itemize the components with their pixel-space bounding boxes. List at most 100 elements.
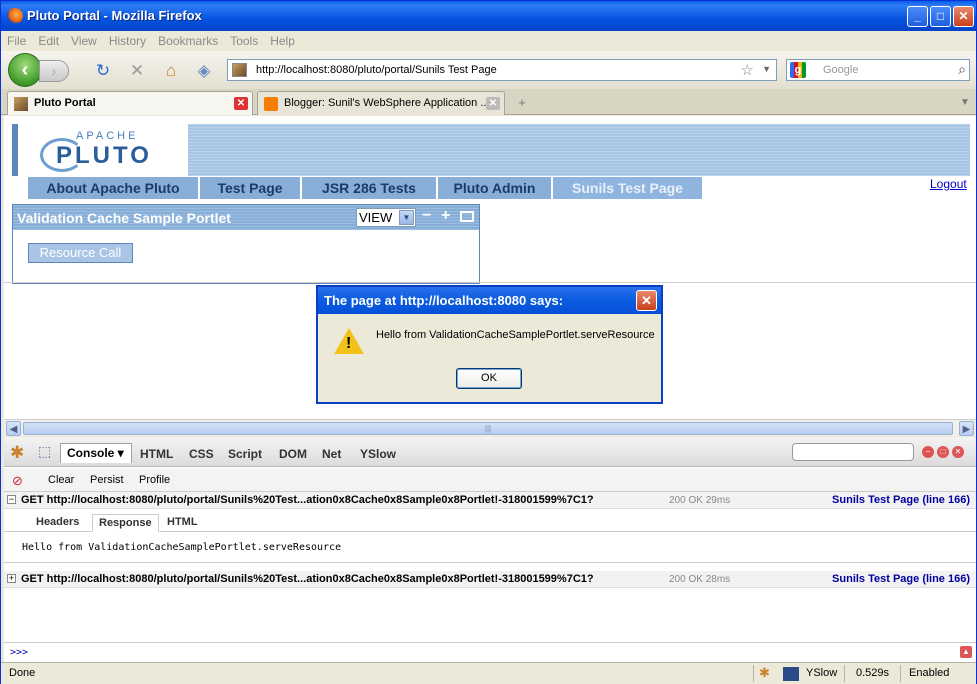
tab-label: Blogger: Sunil's WebSphere Application .… <box>284 97 490 109</box>
navigation-toolbar: ‹ › ↻ ✕ ⌂ ◈ http://localhost:8080/pluto/… <box>1 51 976 89</box>
tab-close-icon[interactable]: ✕ <box>234 97 248 110</box>
reload-icon[interactable]: ↻ <box>93 61 113 81</box>
tab-net[interactable]: Net <box>322 447 341 461</box>
dialog-title: The page at http://localhost:8080 says: <box>324 293 564 308</box>
firebug-search-input[interactable] <box>792 443 914 461</box>
ok-button[interactable]: OK <box>456 368 522 389</box>
portlet-mode-select[interactable]: VIEW ▼ <box>356 208 416 227</box>
maximize-icon[interactable]: + <box>441 208 450 224</box>
nav-pluto-admin[interactable]: Pluto Admin <box>438 177 553 199</box>
addon-icon[interactable]: ◈ <box>194 61 214 81</box>
dialog-titlebar: The page at http://localhost:8080 says: … <box>318 287 661 314</box>
search-placeholder[interactable]: Google <box>823 64 858 76</box>
google-icon[interactable]: g <box>790 62 806 78</box>
firebug-status-icon[interactable]: ✱ <box>759 665 770 681</box>
horizontal-scrollbar[interactable]: ◀ ||| ▶ <box>4 419 976 436</box>
forward-button[interactable]: › <box>39 60 69 82</box>
tab-css[interactable]: CSS <box>189 447 214 461</box>
request-source-link[interactable]: Sunils Test Page (line 166) <box>832 494 970 506</box>
tab-headers[interactable]: Headers <box>30 514 85 532</box>
tab-pluto-portal[interactable]: Pluto Portal ✕ <box>7 91 253 115</box>
request-url[interactable]: GET http://localhost:8080/pluto/portal/S… <box>21 573 594 585</box>
menu-bookmarks[interactable]: Bookmarks <box>152 31 224 48</box>
url-text[interactable]: http://localhost:8080/pluto/portal/Sunil… <box>256 64 497 76</box>
pluto-logo[interactable]: APACHE PLUTO <box>18 124 188 176</box>
portlet-titlebar: Validation Cache Sample Portlet VIEW ▼ −… <box>13 205 479 230</box>
scroll-right-icon[interactable]: ▶ <box>959 421 974 436</box>
search-bar[interactable]: g Google ⌕ <box>786 59 970 81</box>
restore-icon[interactable] <box>460 211 474 222</box>
search-icon[interactable]: ⌕ <box>958 61 966 78</box>
request-row[interactable]: − GET http://localhost:8080/pluto/portal… <box>4 492 976 509</box>
browser-window: Pluto Portal - Mozilla Firefox _ □ ✕ Fil… <box>0 0 977 684</box>
menu-edit[interactable]: Edit <box>32 31 65 48</box>
warning-mark: ! <box>346 335 352 352</box>
minimize-button[interactable]: _ <box>907 6 928 27</box>
menu-help[interactable]: Help <box>264 31 301 48</box>
tab-close-icon[interactable]: ✕ <box>486 97 500 110</box>
menu-tools[interactable]: Tools <box>224 31 264 48</box>
tab-blogger[interactable]: Blogger: Sunil's WebSphere Application .… <box>257 91 505 115</box>
request-url[interactable]: GET http://localhost:8080/pluto/portal/S… <box>21 494 594 506</box>
nav-sunils-test-page[interactable]: Sunils Test Page <box>553 177 704 199</box>
tab-response-html[interactable]: HTML <box>161 514 204 532</box>
tab-html[interactable]: HTML <box>140 447 173 461</box>
home-icon[interactable]: ⌂ <box>161 61 181 81</box>
firebug-detach-icon[interactable]: □ <box>937 446 949 458</box>
inspect-icon[interactable]: ⬚ <box>38 443 51 460</box>
clear-console-icon[interactable]: ⊘ <box>12 473 23 489</box>
yslow-label[interactable]: YSlow <box>806 667 837 679</box>
menu-history[interactable]: History <box>103 31 152 48</box>
status-divider <box>900 665 901 682</box>
new-tab-icon[interactable]: + <box>511 93 533 113</box>
tab-script[interactable]: Script <box>228 447 262 461</box>
tab-response[interactable]: Response <box>92 514 159 532</box>
expand-command-icon[interactable]: ▲ <box>960 646 972 658</box>
back-button[interactable]: ‹ <box>8 53 42 87</box>
tab-list-icon[interactable]: ▼ <box>957 93 973 113</box>
stop-icon[interactable]: ✕ <box>127 61 147 81</box>
nav-jsr286[interactable]: JSR 286 Tests <box>302 177 438 199</box>
dialog-close-button[interactable]: ✕ <box>636 290 657 311</box>
expand-toggle[interactable]: + <box>7 574 16 583</box>
url-dropdown-icon[interactable]: ▼ <box>762 64 771 74</box>
url-bar[interactable]: http://localhost:8080/pluto/portal/Sunil… <box>227 59 777 81</box>
tab-yslow[interactable]: YSlow <box>360 447 396 461</box>
firebug-panel: ✱ ⬚ Console ▾ HTML CSS Script DOM Net YS… <box>4 437 976 662</box>
request-row[interactable]: + GET http://localhost:8080/pluto/portal… <box>4 571 976 588</box>
collapse-toggle[interactable]: − <box>7 495 16 504</box>
console-toolbar: ⊘ Clear Persist Profile <box>4 468 976 492</box>
nav-test-page[interactable]: Test Page <box>200 177 302 199</box>
logo-pluto-text: PLUTO <box>56 142 152 169</box>
resource-call-button[interactable]: Resource Call <box>28 243 133 263</box>
maximize-button[interactable]: □ <box>930 6 951 27</box>
menu-file[interactable]: File <box>1 31 32 48</box>
window-title: Pluto Portal - Mozilla Firefox <box>27 8 202 23</box>
request-source-link[interactable]: Sunils Test Page (line 166) <box>832 573 970 585</box>
portlet-mode-value: VIEW <box>359 210 393 225</box>
firebug-icon[interactable]: ✱ <box>10 443 24 463</box>
response-body: Hello from ValidationCacheSamplePortlet.… <box>4 533 976 563</box>
tab-bar: Pluto Portal ✕ Blogger: Sunil's WebSpher… <box>1 89 976 115</box>
yslow-icon[interactable] <box>783 667 799 681</box>
load-time: 0.529s <box>856 667 890 679</box>
persist-button[interactable]: Persist <box>90 474 124 486</box>
menu-view[interactable]: View <box>65 31 103 48</box>
minimize-icon[interactable]: − <box>422 208 431 224</box>
scroll-thumb[interactable]: ||| <box>23 422 953 435</box>
profile-button[interactable]: Profile <box>139 474 170 486</box>
nav-about[interactable]: About Apache Pluto <box>28 177 200 199</box>
logout-link[interactable]: Logout <box>930 177 967 191</box>
tab-dom[interactable]: DOM <box>279 447 307 461</box>
tab-console[interactable]: Console ▾ <box>60 443 132 463</box>
command-line[interactable]: >>> ▲ <box>4 642 976 662</box>
firebug-minimize-icon[interactable]: − <box>922 446 934 458</box>
close-button[interactable]: ✕ <box>953 6 974 27</box>
firebug-close-icon[interactable]: ✕ <box>952 446 964 458</box>
command-prompt: >>> <box>10 647 29 658</box>
response-text: Hello from ValidationCacheSamplePortlet.… <box>22 542 342 553</box>
clear-button[interactable]: Clear <box>48 474 74 486</box>
scroll-left-icon[interactable]: ◀ <box>6 421 21 436</box>
bookmark-star-icon[interactable]: ☆ <box>741 61 754 79</box>
chevron-down-icon[interactable]: ▼ <box>399 210 414 225</box>
